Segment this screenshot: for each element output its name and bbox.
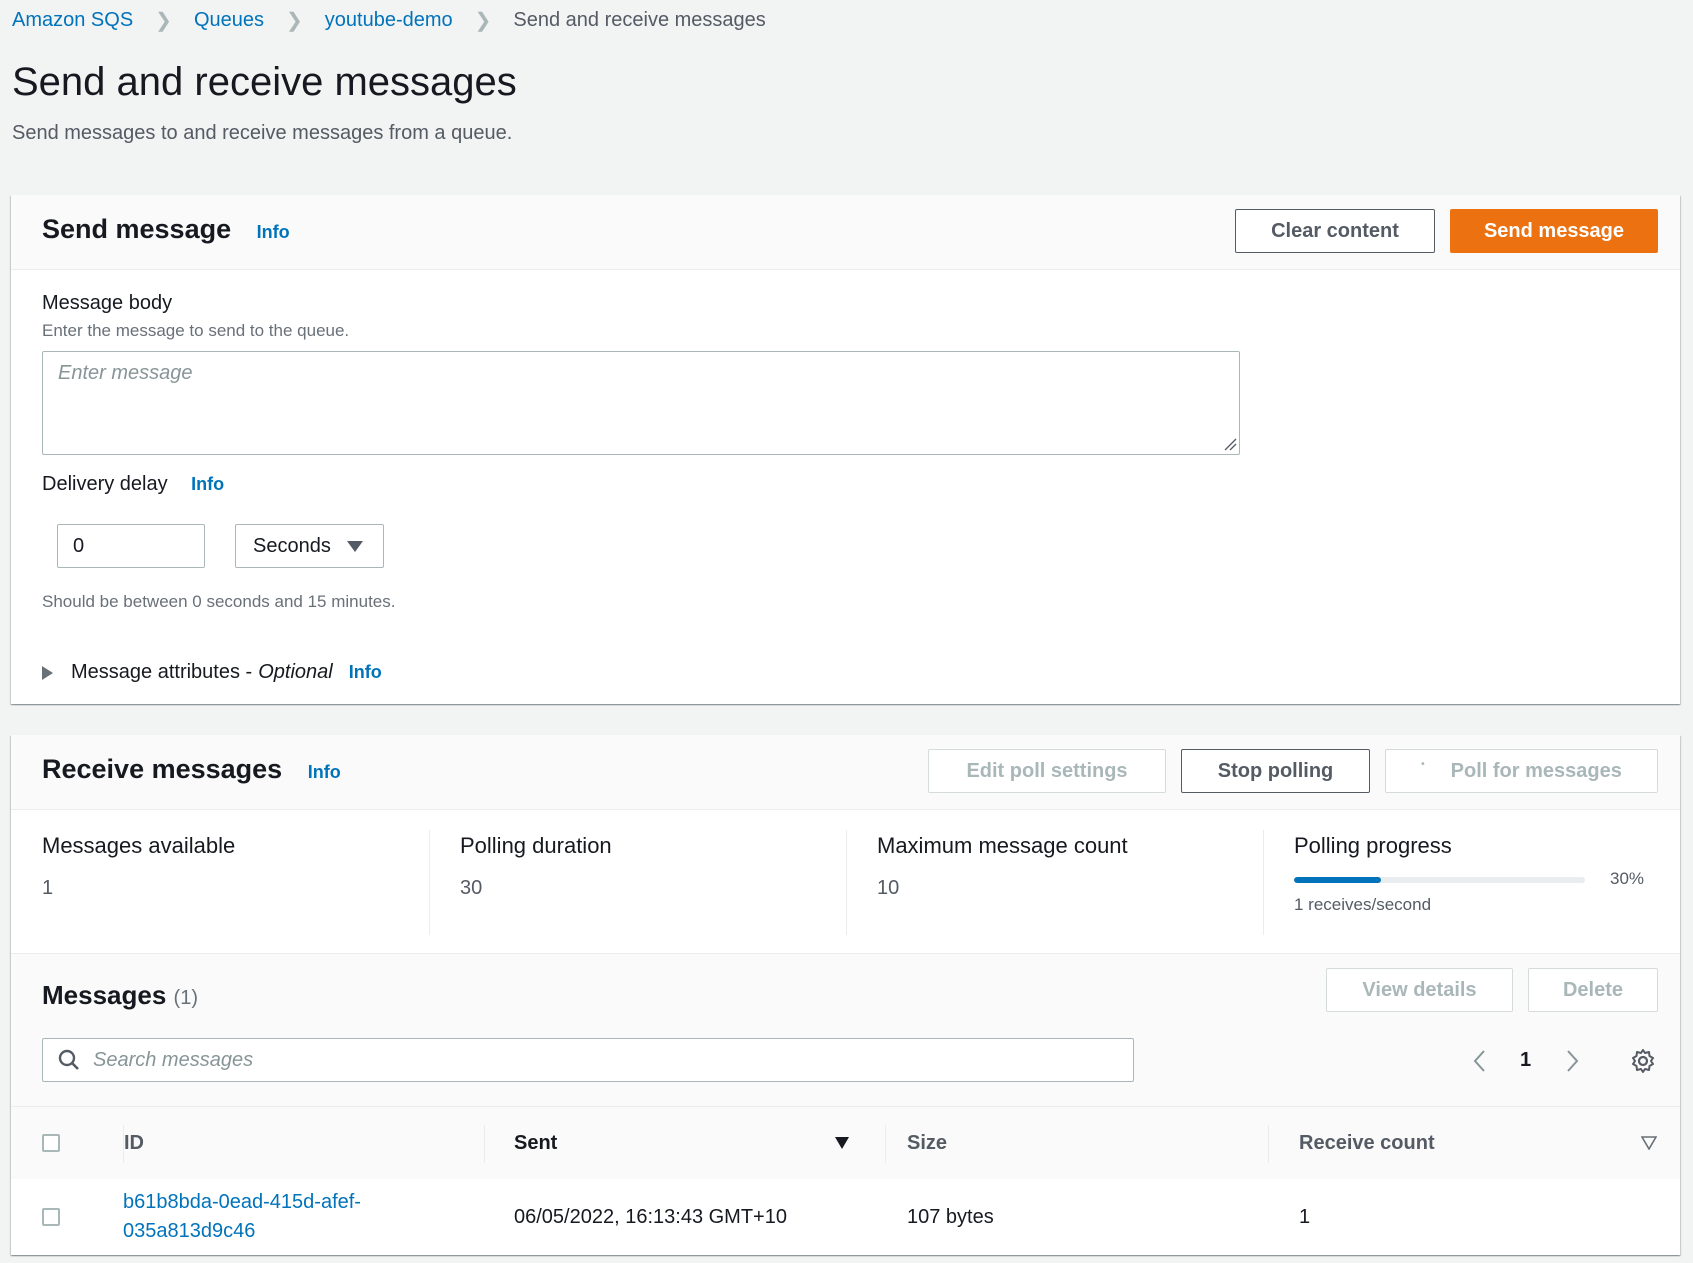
stop-polling-button[interactable]: Stop polling — [1181, 749, 1370, 793]
messages-count: (1) — [173, 987, 198, 1009]
delivery-delay-label: Delivery delay Info — [42, 473, 224, 496]
caret-right-icon — [42, 665, 53, 680]
receive-messages-header: Receive messages Info Edit poll settings… — [11, 735, 1680, 810]
page-description: Send messages to and receive messages fr… — [12, 122, 513, 144]
chevron-right-icon: ❯ — [155, 10, 172, 32]
message-body-hint: Enter the message to send to the queue. — [42, 321, 350, 340]
send-message-button[interactable]: Send message — [1450, 209, 1658, 253]
message-id-part1: b61b8bda-0ead-415d-afef- — [123, 1191, 361, 1213]
delivery-delay-label-text: Delivery delay — [42, 473, 168, 495]
column-header-sent[interactable]: Sent — [514, 1107, 557, 1179]
delivery-delay-info-link[interactable]: Info — [191, 474, 224, 494]
search-icon — [58, 1049, 79, 1070]
message-id-link[interactable]: b61b8bda-0ead-415d-afef- 035a813d9c46 — [123, 1188, 361, 1246]
sort-indicator-icon[interactable] — [1641, 1136, 1657, 1150]
stat-label: Polling progress — [1294, 833, 1452, 858]
delivery-delay-hint: Should be between 0 seconds and 15 minut… — [42, 592, 396, 611]
stat-polling-duration: Polling duration 30 — [460, 825, 612, 937]
select-all-cell — [42, 1107, 60, 1179]
page-title: Send and receive messages — [12, 60, 517, 104]
search-messages-field[interactable] — [42, 1038, 1134, 1082]
stat-polling-progress: Polling progress 30% 1 receives/second — [1294, 825, 1664, 937]
search-messages-input[interactable] — [91, 1047, 1133, 1073]
polling-rate: 1 receives/second — [1294, 895, 1432, 914]
stat-messages-available: Messages available 1 — [42, 825, 235, 937]
send-message-info-link[interactable]: Info — [257, 222, 290, 242]
polling-progress-bar — [1294, 877, 1585, 883]
column-header-size[interactable]: Size — [907, 1107, 947, 1179]
row-select-cell — [42, 1179, 60, 1255]
breadcrumb-amazon-sqs[interactable]: Amazon SQS — [12, 9, 133, 32]
column-divider — [484, 1125, 485, 1163]
row-checkbox[interactable] — [42, 1208, 60, 1226]
pagination-current-page[interactable]: 1 — [1520, 1049, 1531, 1072]
messages-section: Messages (1) View details Delete 1 — [11, 953, 1680, 1107]
message-body-label: Message body — [42, 292, 173, 314]
polling-progress-fill — [1294, 877, 1382, 883]
chevron-right-icon[interactable] — [1564, 1049, 1580, 1073]
breadcrumb-queues[interactable]: Queues — [194, 9, 264, 32]
message-attributes-optional: Optional — [258, 661, 333, 683]
column-divider — [1268, 1125, 1269, 1163]
stat-label: Messages available — [42, 833, 236, 858]
clear-content-button[interactable]: Clear content — [1235, 209, 1435, 253]
select-all-checkbox[interactable] — [42, 1134, 60, 1152]
delivery-delay-input[interactable] — [57, 524, 205, 568]
breadcrumb-queue-name[interactable]: youtube-demo — [325, 9, 453, 32]
column-header-receive-count[interactable]: Receive count — [1299, 1107, 1435, 1179]
stat-value: 30 — [460, 877, 483, 899]
breadcrumb: Amazon SQS ❯ Queues ❯ youtube-demo ❯ Sen… — [12, 8, 766, 33]
send-message-title-text: Send message — [42, 214, 232, 244]
chevron-right-icon: ❯ — [286, 10, 303, 32]
chevron-left-icon[interactable] — [1472, 1049, 1488, 1073]
polling-progress-percent: 30% — [1610, 869, 1645, 888]
delivery-delay-unit-value: Seconds — [253, 534, 331, 557]
delete-button[interactable]: Delete — [1528, 968, 1658, 1012]
receive-messages-info-link[interactable]: Info — [308, 762, 341, 782]
messages-table-header: ID Sent Size Receive count — [11, 1106, 1680, 1180]
table-row[interactable]: b61b8bda-0ead-415d-afef- 035a813d9c46 06… — [11, 1179, 1680, 1255]
stat-divider — [429, 830, 430, 935]
stat-label: Maximum message count — [877, 833, 1128, 858]
stat-max-message-count: Maximum message count 10 — [877, 825, 1128, 937]
message-attributes-label: Message attributes - — [71, 661, 253, 683]
message-receive-count-cell: 1 — [1299, 1205, 1311, 1228]
gear-icon[interactable] — [1630, 1048, 1656, 1074]
sort-descending-icon[interactable] — [834, 1136, 850, 1150]
receive-messages-panel: Receive messages Info Edit poll settings… — [11, 735, 1680, 1255]
message-body-input[interactable] — [42, 351, 1240, 455]
caret-down-icon — [346, 540, 363, 552]
stat-value: 1 — [42, 877, 54, 899]
message-attributes-info-link[interactable]: Info — [349, 662, 382, 683]
stat-value: 10 — [877, 877, 900, 899]
column-divider — [885, 1125, 886, 1163]
chevron-right-icon: ❯ — [474, 10, 492, 32]
delivery-delay-unit-select[interactable]: Seconds — [235, 524, 384, 568]
messages-title-text: Messages — [42, 980, 167, 1010]
message-id-part2: 035a813d9c46 — [123, 1220, 256, 1242]
poll-for-messages-button[interactable]: • Poll for messages — [1385, 749, 1658, 793]
view-details-button[interactable]: View details — [1326, 968, 1513, 1012]
message-size-cell: 107 bytes — [907, 1205, 994, 1228]
send-message-title: Send message Info — [42, 214, 290, 245]
message-sent-cell: 06/05/2022, 16:13:43 GMT+10 — [514, 1205, 787, 1228]
send-message-panel: Send message Info Clear content Send mes… — [11, 195, 1680, 704]
receive-messages-title-text: Receive messages — [42, 754, 283, 784]
column-header-id[interactable]: ID — [124, 1107, 144, 1179]
receive-messages-title: Receive messages Info — [42, 754, 341, 785]
messages-title: Messages (1) — [42, 980, 198, 1011]
edit-poll-settings-button[interactable]: Edit poll settings — [928, 749, 1166, 793]
stat-divider — [1263, 830, 1264, 935]
message-attributes-expander[interactable]: Message attributes - Optional Info — [42, 661, 382, 684]
spinner-icon: • — [1421, 758, 1425, 770]
message-id-cell: b61b8bda-0ead-415d-afef- 035a813d9c46 — [123, 1179, 361, 1255]
send-message-header: Send message Info Clear content Send mes… — [11, 195, 1680, 270]
breadcrumb-current: Send and receive messages — [513, 9, 766, 31]
stat-divider — [846, 830, 847, 935]
poll-for-messages-label: Poll for messages — [1450, 759, 1622, 782]
resize-handle-icon[interactable] — [1223, 437, 1237, 451]
stat-label: Polling duration — [460, 833, 612, 858]
